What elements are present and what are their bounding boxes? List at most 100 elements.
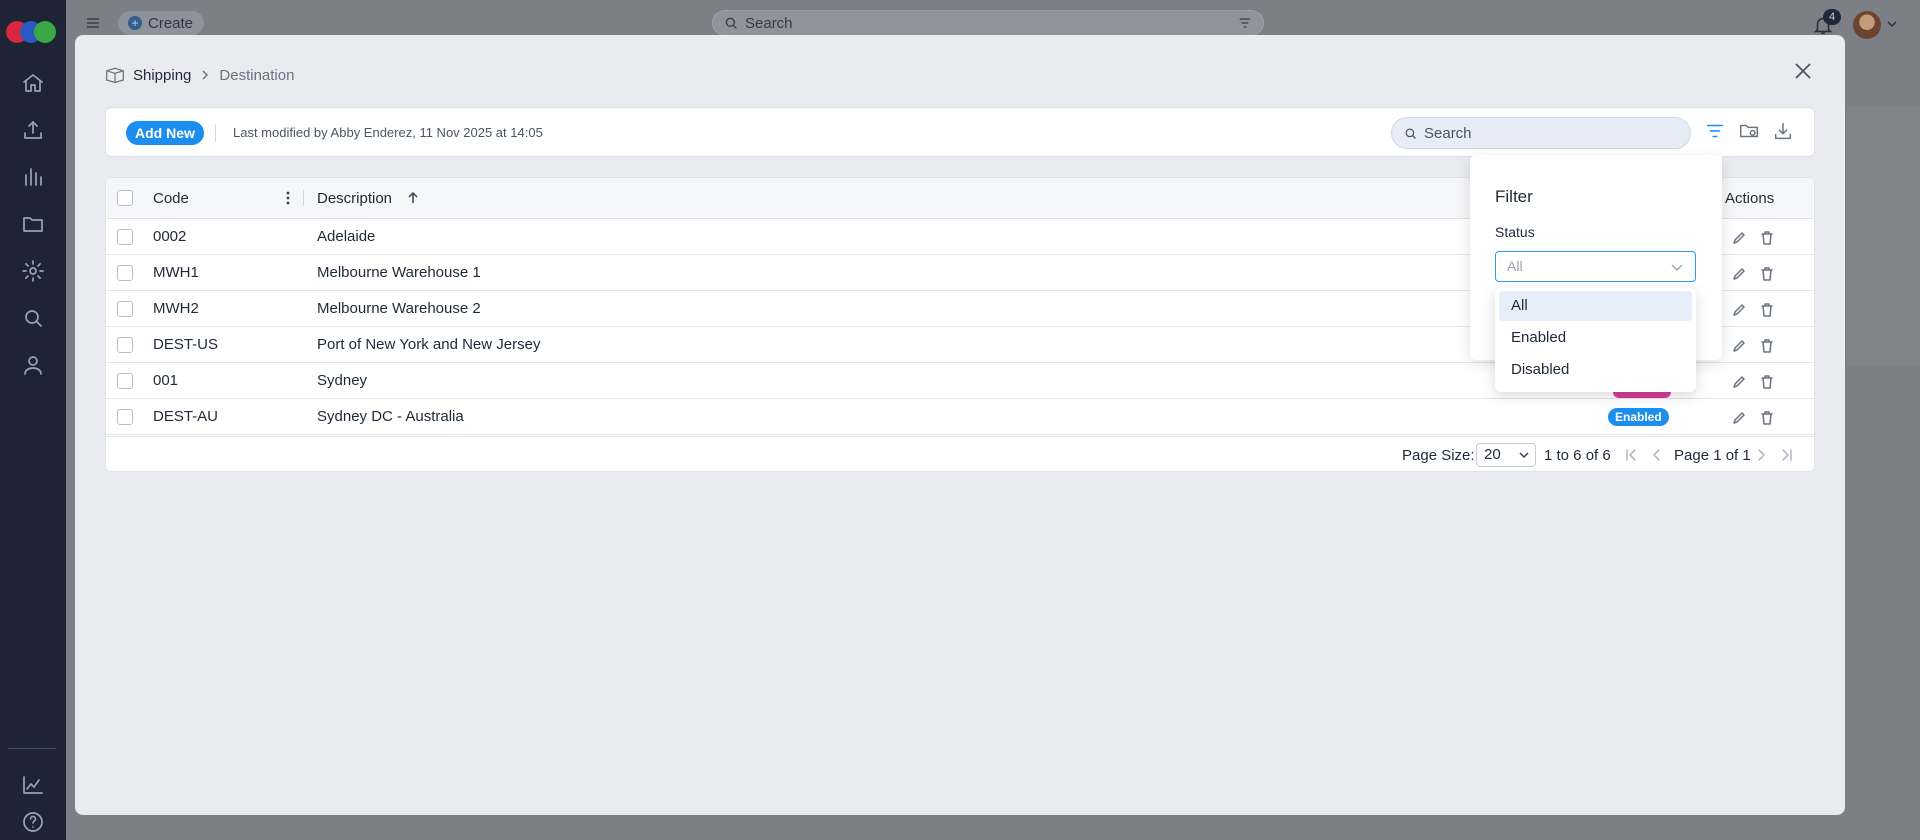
trash-icon [1761, 231, 1773, 245]
close-button[interactable] [1791, 59, 1815, 83]
global-search-input[interactable]: Search [712, 10, 1264, 36]
reports-icon[interactable] [19, 163, 47, 191]
trash-icon [1761, 303, 1773, 317]
row-checkbox[interactable] [117, 265, 133, 281]
status-dropdown: All Enabled Disabled [1495, 288, 1696, 392]
grid-toolbar: Add New Last modified by Abby Enderez, 1… [105, 107, 1815, 157]
column-menu-icon[interactable] [284, 190, 292, 206]
edit-button[interactable] [1731, 374, 1747, 390]
menu-icon[interactable] [84, 14, 102, 32]
row-range: 1 to 6 of 6 [1544, 447, 1611, 464]
edit-button[interactable] [1731, 230, 1747, 246]
pencil-icon [1733, 232, 1745, 244]
avatar[interactable] [1853, 11, 1881, 39]
filter-title: Filter [1495, 187, 1533, 206]
home-icon[interactable] [19, 69, 47, 97]
edit-button[interactable] [1731, 338, 1747, 354]
download-icon [1774, 122, 1792, 140]
status-select-value: All [1507, 258, 1523, 274]
search-icon [725, 17, 737, 29]
chevron-right-icon [202, 70, 209, 80]
column-resize-handle[interactable] [303, 190, 304, 206]
last-modified-text: Last modified by Abby Enderez, 11 Nov 20… [233, 125, 543, 140]
delete-button[interactable] [1759, 230, 1775, 246]
pencil-icon [1733, 340, 1745, 352]
user-icon[interactable] [19, 351, 47, 379]
analytics-icon[interactable] [19, 771, 47, 799]
column-header-code[interactable]: Code [153, 190, 189, 207]
help-icon[interactable] [19, 808, 47, 836]
column-settings-button[interactable] [1738, 120, 1762, 144]
row-description: Melbourne Warehouse 2 [317, 300, 481, 317]
breadcrumb-shipping[interactable]: Shipping [133, 67, 191, 84]
close-icon [1795, 63, 1811, 79]
toolbar-divider [215, 124, 216, 142]
plus-icon: + [128, 16, 142, 30]
pencil-icon [1733, 412, 1745, 424]
status-option-all[interactable]: All [1499, 291, 1692, 321]
destination-modal: Shipping Destination Add New Last modifi… [75, 35, 1845, 815]
shipping-box-icon [106, 67, 124, 84]
filter-button[interactable] [1704, 120, 1728, 144]
column-header-description[interactable]: Description [317, 190, 392, 207]
row-description: Melbourne Warehouse 1 [317, 264, 481, 281]
search-icon[interactable] [19, 304, 47, 332]
trash-icon [1761, 339, 1773, 353]
pagination-bar: Page Size: 20 1 to 6 of 6 Page 1 of 1 [106, 436, 1814, 471]
last-page-button[interactable] [1780, 448, 1794, 462]
select-all-checkbox[interactable] [117, 190, 133, 206]
search-icon [1405, 128, 1416, 139]
add-new-button[interactable]: Add New [126, 121, 204, 145]
delete-button[interactable] [1759, 266, 1775, 282]
settings-icon[interactable] [19, 257, 47, 285]
upload-icon[interactable] [19, 116, 47, 144]
sort-ascending-icon[interactable] [406, 191, 420, 205]
prev-page-button[interactable] [1650, 448, 1664, 462]
row-description: Sydney DC - Australia [317, 408, 464, 425]
first-page-icon [1626, 449, 1636, 461]
export-button[interactable] [1772, 120, 1796, 144]
row-checkbox[interactable] [117, 409, 133, 425]
edit-button[interactable] [1731, 302, 1747, 318]
status-label: Status [1495, 224, 1535, 240]
chevron-down-icon[interactable] [1886, 18, 1898, 30]
pencil-icon [1733, 376, 1745, 388]
create-button[interactable]: + Create [118, 11, 204, 35]
row-checkbox[interactable] [117, 229, 133, 245]
row-checkbox[interactable] [117, 373, 133, 389]
table-row[interactable]: DEST-AU Sydney DC - Australia Enabled [106, 399, 1814, 435]
sidebar-rail [0, 0, 66, 840]
status-select[interactable]: All [1495, 251, 1696, 282]
filter-icon [1706, 124, 1724, 138]
first-page-button[interactable] [1624, 448, 1638, 462]
delete-button[interactable] [1759, 338, 1775, 354]
folder-settings-icon [1740, 124, 1758, 138]
trash-icon [1761, 411, 1773, 425]
folder-icon[interactable] [19, 210, 47, 238]
page-indicator: Page 1 of 1 [1674, 447, 1751, 464]
trash-icon [1761, 375, 1773, 389]
app-logo[interactable] [6, 21, 60, 43]
pencil-icon [1733, 268, 1745, 280]
row-checkbox[interactable] [117, 301, 133, 317]
page-size-select[interactable]: 20 [1476, 443, 1536, 467]
row-checkbox[interactable] [117, 337, 133, 353]
delete-button[interactable] [1759, 302, 1775, 318]
chevron-down-icon [1671, 264, 1683, 271]
status-option-enabled[interactable]: Enabled [1499, 323, 1692, 353]
edit-button[interactable] [1731, 266, 1747, 282]
next-page-button[interactable] [1754, 448, 1768, 462]
grid-search-input[interactable]: Search [1391, 117, 1691, 149]
page-size-value: 20 [1484, 446, 1501, 463]
pencil-icon [1733, 304, 1745, 316]
chevron-down-icon [1519, 452, 1529, 459]
last-page-icon [1782, 449, 1792, 461]
row-description: Sydney [317, 372, 368, 389]
row-description: Adelaide [317, 228, 376, 245]
delete-button[interactable] [1759, 374, 1775, 390]
trash-icon [1761, 267, 1773, 281]
filter-icon[interactable] [1237, 15, 1253, 31]
edit-button[interactable] [1731, 410, 1747, 426]
delete-button[interactable] [1759, 410, 1775, 426]
status-option-disabled[interactable]: Disabled [1499, 355, 1692, 385]
